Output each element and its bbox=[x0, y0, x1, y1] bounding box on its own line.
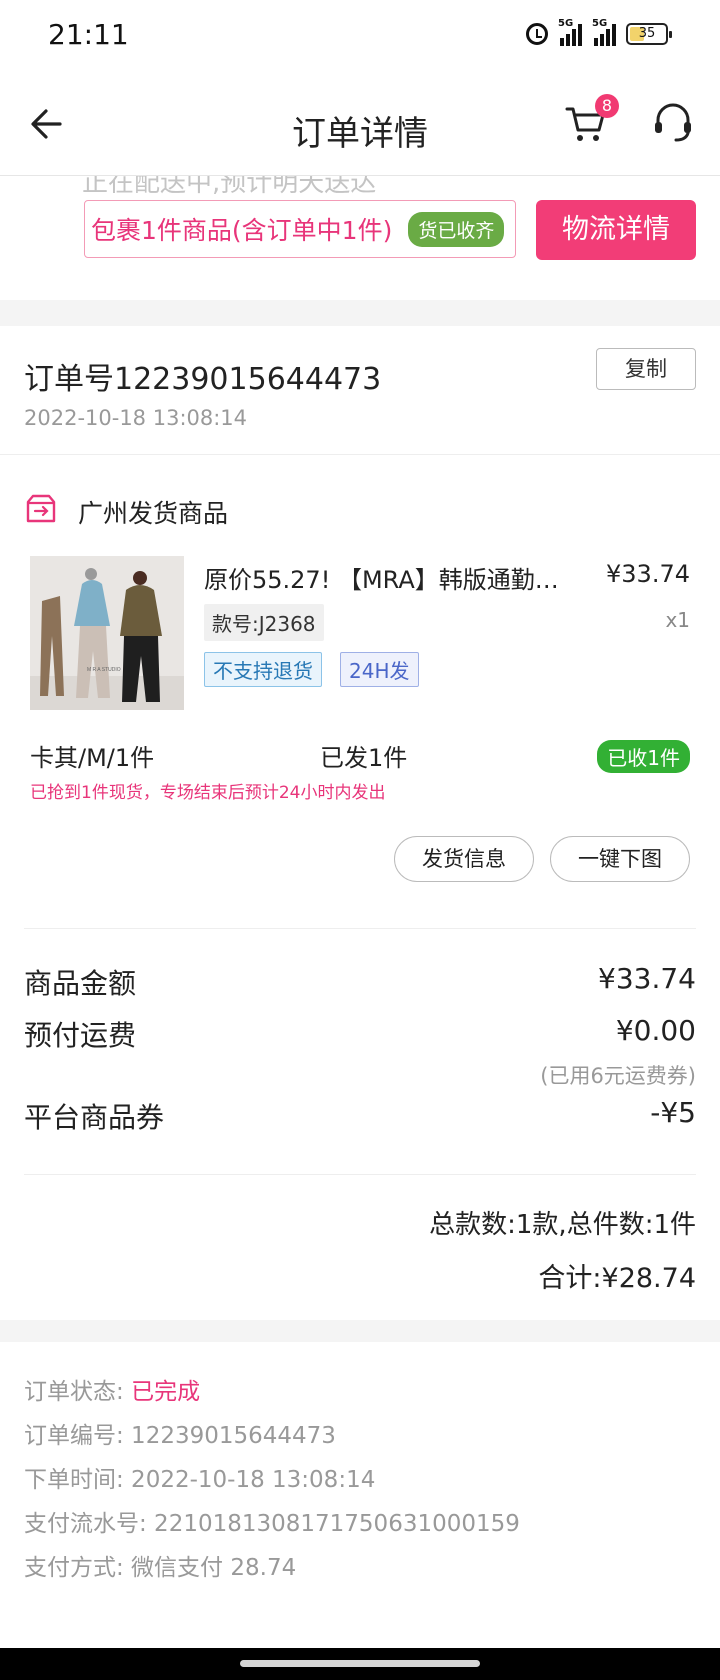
shipped-count: 已发1件 bbox=[320, 744, 408, 772]
system-navigation-bar bbox=[0, 1648, 720, 1680]
shipping-fee-value: ¥0.00 bbox=[615, 1014, 696, 1047]
product-quantity: x1 bbox=[665, 608, 690, 632]
status-time: 21:11 bbox=[48, 18, 129, 51]
shipping-fee-label: 预付运费 bbox=[24, 1019, 137, 1052]
package-section: 正在配送中,预计明天送达 包裹1件商品(含订单中1件) 货已收齐 物流详情 bbox=[0, 176, 720, 300]
order-time-row: 下单时间: 2022-10-18 13:08:14 bbox=[24, 1467, 376, 1493]
received-badge: 已收1件 bbox=[597, 740, 690, 773]
payment-method-row: 支付方式: 微信支付 28.74 bbox=[24, 1555, 297, 1581]
order-info-card: 订单状态: 已完成 订单编号: 12239015644473 下单时间: 202… bbox=[0, 1342, 720, 1648]
product-image[interactable]: M R A STUDIO bbox=[30, 556, 184, 710]
package-summary[interactable]: 包裹1件商品(含订单中1件) 货已收齐 bbox=[84, 200, 516, 258]
platform-coupon-value: -¥5 bbox=[650, 1096, 696, 1129]
divider bbox=[24, 928, 696, 929]
navigation-bar: 订单详情 8 bbox=[0, 72, 720, 176]
logistics-details-button[interactable]: 物流详情 bbox=[536, 200, 696, 260]
goods-amount-value: ¥33.74 bbox=[598, 962, 696, 995]
goods-complete-badge: 货已收齐 bbox=[408, 211, 505, 247]
product-sku: 款号:J2368 bbox=[204, 604, 324, 641]
status-bar: 21:11 5G 5G 35 bbox=[0, 0, 720, 72]
order-number-row: 订单编号: 12239015644473 bbox=[24, 1423, 336, 1449]
platform-coupon-label: 平台商品券 bbox=[24, 1101, 165, 1134]
order-number: 订单号12239015644473 bbox=[24, 362, 382, 397]
signal-icon: 5G bbox=[558, 18, 582, 46]
shipping-origin: 广州发货商品 bbox=[78, 499, 229, 528]
goods-amount-label: 商品金额 bbox=[24, 967, 137, 1000]
shipping-coupon-note: (已用6元运费券) bbox=[540, 1064, 696, 1088]
signal-label-2: 5G bbox=[592, 18, 608, 29]
stock-note: 已抢到1件现货，专场结束后预计24小时内发出 bbox=[30, 783, 386, 803]
order-card: 订单号12239015644473 复制 2022-10-18 13:08:14… bbox=[0, 326, 720, 1320]
package-summary-text: 包裹1件商品(含订单中1件) bbox=[91, 216, 393, 245]
product-price: ¥33.74 bbox=[606, 560, 690, 588]
order-status-value: 已完成 bbox=[131, 1379, 201, 1405]
product-title[interactable]: 原价55.27! 【MRA】韩版通勤… bbox=[204, 560, 574, 595]
cart-count-badge: 8 bbox=[595, 94, 619, 118]
order-total: 合计:¥28.74 bbox=[538, 1263, 696, 1294]
copy-button[interactable]: 复制 bbox=[596, 348, 696, 390]
shipping-box-icon bbox=[26, 494, 56, 523]
payment-serial-row: 支付流水号: 2210181308171750631000159 bbox=[24, 1511, 520, 1537]
battery-level: 35 bbox=[638, 26, 656, 41]
logistics-preview-text: 正在配送中,预计明天送达 bbox=[82, 176, 377, 198]
signal-label: 5G bbox=[558, 18, 574, 29]
svg-text:M R A STUDIO: M R A STUDIO bbox=[87, 667, 121, 673]
download-images-button[interactable]: 一键下图 bbox=[550, 836, 690, 882]
divider bbox=[24, 1174, 696, 1175]
shipping-info-button[interactable]: 发货信息 bbox=[394, 836, 534, 882]
signal-icon-2: 5G bbox=[592, 18, 616, 46]
order-status-label: 订单状态: bbox=[24, 1379, 124, 1405]
item-count-summary: 总款数:1款,总件数:1件 bbox=[429, 1210, 696, 1240]
product-variant: 卡其/M/1件 bbox=[30, 744, 155, 772]
battery-icon: 35 bbox=[626, 23, 672, 45]
ship-24h-tag: 24H发 bbox=[340, 652, 419, 687]
order-date: 2022-10-18 13:08:14 bbox=[24, 406, 248, 430]
no-return-tag: 不支持退货 bbox=[204, 652, 322, 687]
status-icons: 5G 5G 35 bbox=[526, 18, 672, 46]
order-status-row: 订单状态: 已完成 bbox=[24, 1372, 200, 1406]
alarm-icon bbox=[526, 23, 548, 45]
home-indicator[interactable] bbox=[240, 1660, 480, 1667]
divider bbox=[0, 454, 720, 455]
customer-service-icon[interactable] bbox=[650, 100, 696, 146]
